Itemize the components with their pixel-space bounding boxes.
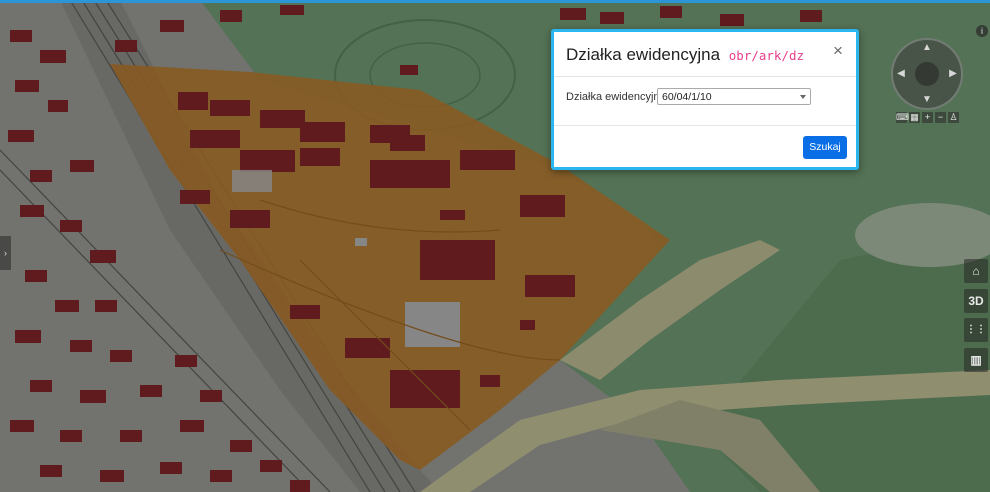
- view-tools: ⌨ ▦ + − ♙: [896, 112, 959, 123]
- compass-navigator[interactable]: ▲ ▼ ◀ ▶: [891, 38, 963, 110]
- keyboard-icon[interactable]: ⌨: [896, 112, 909, 123]
- pan-right-icon[interactable]: ▶: [947, 68, 959, 80]
- parcel-select[interactable]: 60/04/1/10: [657, 88, 811, 105]
- dialog-title: Działka ewidencyjna obr/ark/dz: [566, 45, 804, 65]
- person-icon[interactable]: ♙: [948, 112, 959, 123]
- parcel-search-dialog: Działka ewidencyjna obr/ark/dz × Działka…: [551, 29, 859, 170]
- dialog-footer: Szukaj: [554, 125, 856, 171]
- side-panel-toggle[interactable]: ›: [0, 236, 11, 270]
- 3d-toggle-button[interactable]: 3D: [964, 289, 988, 313]
- parcel-field-label: Działka ewidencyjna: [566, 91, 666, 103]
- parcel-field-row: Działka ewidencyjna 60/04/1/10: [566, 88, 844, 108]
- info-icon[interactable]: i: [976, 25, 988, 37]
- zoom-in-button[interactable]: +: [922, 112, 933, 123]
- chevron-down-icon: [800, 95, 806, 99]
- dialog-header: Działka ewidencyjna obr/ark/dz ×: [554, 32, 856, 77]
- dialog-title-text: Działka ewidencyjna: [566, 45, 721, 64]
- top-accent-bar: [0, 0, 990, 3]
- home-button[interactable]: ⌂: [964, 259, 988, 283]
- pan-left-icon[interactable]: ◀: [895, 68, 907, 80]
- grid-view-icon[interactable]: ▦: [909, 112, 920, 123]
- basemap-button[interactable]: ▥: [964, 348, 988, 372]
- eye-icon[interactable]: [915, 62, 939, 86]
- pan-up-icon[interactable]: ▲: [921, 42, 933, 54]
- layers-grid-button[interactable]: ⋮⋮: [964, 318, 988, 342]
- zoom-out-button[interactable]: −: [935, 112, 946, 123]
- parcel-select-value: 60/04/1/10: [662, 91, 712, 103]
- dialog-title-format: obr/ark/dz: [728, 48, 805, 63]
- pan-down-icon[interactable]: ▼: [921, 94, 933, 106]
- close-button[interactable]: ×: [829, 42, 847, 60]
- search-button[interactable]: Szukaj: [803, 136, 847, 159]
